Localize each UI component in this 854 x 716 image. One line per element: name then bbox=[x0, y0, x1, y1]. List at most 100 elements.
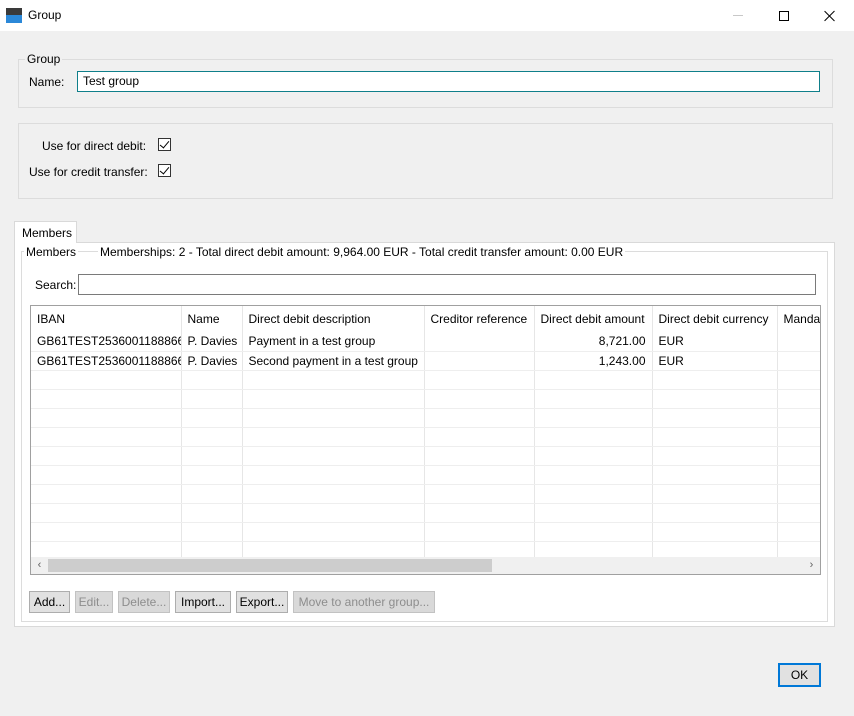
cell-description: Payment in a test group bbox=[242, 332, 425, 352]
direct-debit-label: Use for direct debit: bbox=[42, 139, 147, 153]
cell-name: P. Davies bbox=[181, 332, 243, 352]
empty-cell bbox=[31, 522, 182, 542]
cell-currency: EUR bbox=[652, 351, 778, 371]
empty-cell bbox=[181, 446, 243, 466]
title-bar: Group bbox=[0, 0, 854, 31]
edit-button[interactable]: Edit... bbox=[75, 591, 113, 613]
cell-description: Second payment in a test group bbox=[242, 351, 425, 371]
empty-cell bbox=[534, 370, 653, 390]
empty-cell bbox=[424, 503, 535, 523]
column-header-mandate[interactable]: Manda bbox=[777, 306, 820, 332]
empty-cell bbox=[31, 408, 182, 428]
add-button[interactable]: Add... bbox=[29, 591, 70, 613]
delete-button[interactable]: Delete... bbox=[118, 591, 170, 613]
empty-cell bbox=[534, 522, 653, 542]
cell-creditor-reference bbox=[424, 332, 535, 352]
members-legend: Members bbox=[24, 245, 79, 259]
members-table[interactable]: IBAN Name Direct debit description Credi… bbox=[30, 305, 821, 575]
empty-cell bbox=[181, 389, 243, 409]
empty-cell bbox=[31, 503, 182, 523]
scrollbar-thumb[interactable] bbox=[48, 559, 492, 572]
scroll-right-icon[interactable]: › bbox=[803, 559, 820, 572]
empty-cell bbox=[181, 427, 243, 447]
empty-cell bbox=[777, 408, 820, 428]
cell-creditor-reference bbox=[424, 351, 535, 371]
empty-cell bbox=[31, 446, 182, 466]
column-header-creditor-reference[interactable]: Creditor reference bbox=[424, 306, 535, 332]
column-header-name[interactable]: Name bbox=[181, 306, 243, 332]
close-icon bbox=[824, 10, 836, 22]
maximize-icon bbox=[779, 10, 789, 21]
direct-debit-checkbox[interactable] bbox=[158, 138, 171, 151]
cell-currency: EUR bbox=[652, 332, 778, 352]
empty-cell bbox=[777, 427, 820, 447]
empty-table-row bbox=[31, 389, 820, 409]
name-field[interactable]: Test group bbox=[77, 71, 820, 92]
empty-cell bbox=[652, 503, 778, 523]
horizontal-scrollbar[interactable]: ‹ › bbox=[31, 557, 820, 574]
empty-cell bbox=[652, 408, 778, 428]
empty-cell bbox=[424, 427, 535, 447]
empty-table-row bbox=[31, 484, 820, 504]
cell-mandate bbox=[777, 332, 820, 352]
empty-table-row bbox=[31, 408, 820, 428]
import-button[interactable]: Import... bbox=[175, 591, 231, 613]
maximize-button[interactable] bbox=[761, 0, 807, 31]
empty-cell bbox=[652, 484, 778, 504]
empty-cell bbox=[534, 503, 653, 523]
empty-cell bbox=[777, 503, 820, 523]
search-input[interactable] bbox=[78, 274, 816, 295]
empty-cell bbox=[242, 389, 425, 409]
empty-cell bbox=[424, 522, 535, 542]
empty-cell bbox=[424, 484, 535, 504]
empty-cell bbox=[652, 389, 778, 409]
empty-cell bbox=[777, 465, 820, 485]
table-row[interactable]: GB61TEST25360011888663 P. Davies Payment i… bbox=[31, 332, 820, 352]
tab-members[interactable]: Members bbox=[14, 221, 77, 243]
empty-cell bbox=[242, 465, 425, 485]
export-button[interactable]: Export... bbox=[236, 591, 288, 613]
empty-cell bbox=[242, 370, 425, 390]
column-header-iban[interactable]: IBAN bbox=[31, 306, 182, 332]
table-header-row: IBAN Name Direct debit description Credi… bbox=[31, 306, 820, 332]
empty-cell bbox=[31, 465, 182, 485]
empty-cell bbox=[424, 370, 535, 390]
column-header-currency[interactable]: Direct debit currency bbox=[652, 306, 778, 332]
minimize-button[interactable] bbox=[715, 0, 761, 31]
move-to-group-button[interactable]: Move to another group... bbox=[293, 591, 435, 613]
empty-table-row bbox=[31, 465, 820, 485]
empty-cell bbox=[242, 408, 425, 428]
empty-table-row bbox=[31, 503, 820, 523]
column-header-description[interactable]: Direct debit description bbox=[242, 306, 425, 332]
empty-cell bbox=[181, 370, 243, 390]
empty-cell bbox=[181, 465, 243, 485]
empty-cell bbox=[424, 446, 535, 466]
empty-cell bbox=[424, 389, 535, 409]
empty-cell bbox=[777, 446, 820, 466]
cell-amount: 8,721.00 bbox=[534, 332, 653, 352]
scroll-left-icon[interactable]: ‹ bbox=[31, 559, 48, 572]
empty-cell bbox=[652, 370, 778, 390]
empty-cell bbox=[652, 427, 778, 447]
empty-cell bbox=[424, 465, 535, 485]
empty-cell bbox=[242, 427, 425, 447]
empty-cell bbox=[31, 389, 182, 409]
credit-transfer-label: Use for credit transfer: bbox=[29, 165, 148, 179]
credit-transfer-checkbox[interactable] bbox=[158, 164, 171, 177]
close-button[interactable] bbox=[807, 0, 853, 31]
empty-table-row bbox=[31, 522, 820, 542]
empty-table-row bbox=[31, 370, 820, 390]
ok-button[interactable]: OK bbox=[778, 663, 821, 687]
minimize-icon bbox=[733, 15, 743, 16]
empty-cell bbox=[31, 370, 182, 390]
empty-table-row bbox=[31, 427, 820, 447]
options-groupbox bbox=[18, 123, 833, 199]
table-row[interactable]: GB61TEST25360011888663 P. Davies Second pa… bbox=[31, 351, 820, 371]
column-header-amount[interactable]: Direct debit amount bbox=[534, 306, 653, 332]
empty-cell bbox=[31, 427, 182, 447]
cell-name: P. Davies bbox=[181, 351, 243, 371]
cell-iban: GB61TEST25360011888663 bbox=[31, 332, 182, 352]
empty-cell bbox=[777, 522, 820, 542]
empty-cell bbox=[534, 484, 653, 504]
app-icon bbox=[6, 8, 22, 23]
